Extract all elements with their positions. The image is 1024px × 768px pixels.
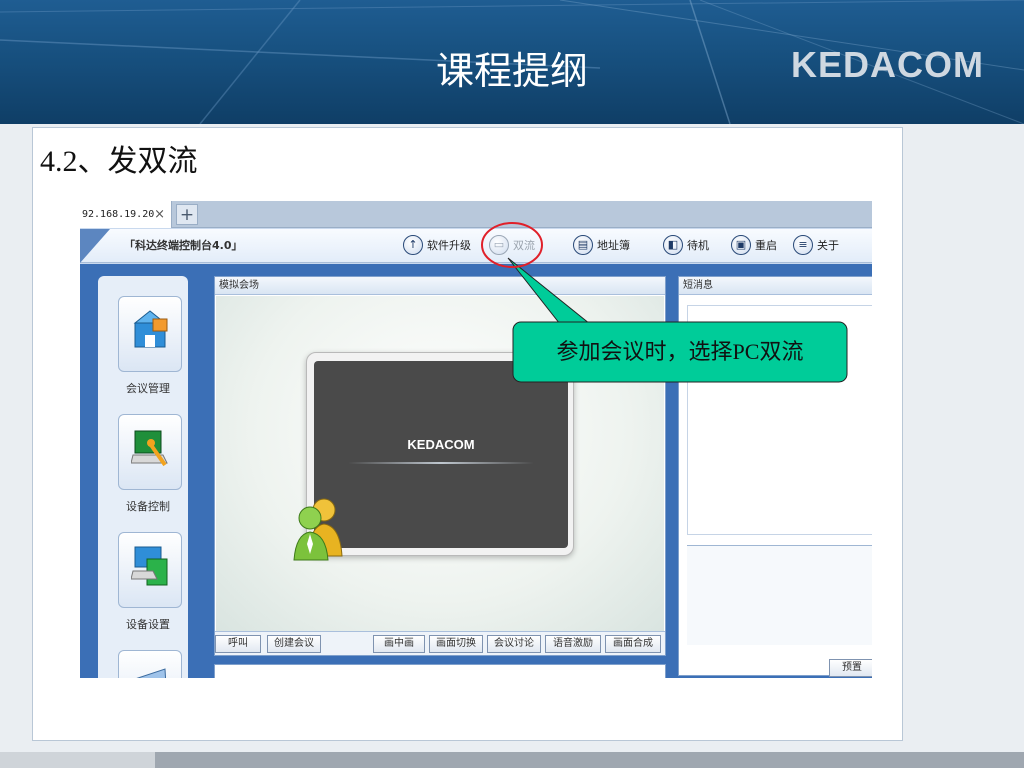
restart-button[interactable]: ▣ 重启: [731, 235, 777, 257]
picture-in-picture-button[interactable]: 画中画: [373, 635, 425, 653]
app-toolbar: 「科达终端控制台4.0」 ↑ 软件升级 ▭ 双流 ▤ 地址簿 ◧ 待机 ▣ 重启…: [80, 229, 872, 263]
close-icon[interactable]: ×: [154, 201, 165, 228]
folder-icon: [136, 668, 167, 678]
about-button[interactable]: ≡ 关于: [793, 235, 839, 257]
software-upgrade-label: 软件升级: [427, 239, 471, 252]
browser-tab-bar: 92.168.19.20 × +: [80, 201, 872, 228]
app-title: 「科达终端控制台4.0」: [124, 239, 243, 252]
nav-tile[interactable]: [118, 414, 182, 490]
browser-tab[interactable]: 92.168.19.20 ×: [80, 201, 172, 228]
nav-item-meeting-management[interactable]: 会议管理: [98, 276, 188, 395]
meeting-management-icon: [133, 310, 168, 348]
about-icon: ≡: [793, 235, 813, 255]
preset-button[interactable]: 预置: [829, 659, 872, 677]
kedacom-logo: KEDACOM: [791, 44, 984, 85]
create-meeting-button[interactable]: 创建会议: [267, 635, 321, 653]
nav-item-more[interactable]: [98, 630, 188, 678]
address-book-button[interactable]: ▤ 地址簿: [573, 235, 630, 257]
nav-tile[interactable]: [118, 532, 182, 608]
call-button[interactable]: 呼叫: [215, 635, 261, 653]
meeting-discussion-button[interactable]: 会议讨论: [487, 635, 541, 653]
slide-footer-bar: [0, 752, 1024, 768]
voice-activation-button[interactable]: 语音激励: [545, 635, 601, 653]
tab-label: 92.168.19.20: [82, 209, 155, 220]
upload-arrow-icon: ↑: [403, 235, 423, 255]
nav-item-device-settings[interactable]: 设备设置: [98, 512, 188, 631]
message-panel-title: 短消息: [679, 277, 872, 295]
dual-stream-icon: ▭: [489, 235, 509, 255]
callout-text: 参加会议时，选择PC双流: [556, 339, 804, 364]
nav-item-device-control[interactable]: 设备控制: [98, 394, 188, 513]
standby-label: 待机: [687, 239, 709, 252]
picture-composition-button[interactable]: 画面合成: [605, 635, 661, 653]
switch-view-button[interactable]: 画面切换: [429, 635, 483, 653]
slide-header: 课程提纲 KEDACOM: [0, 0, 1024, 124]
lower-panel: [214, 664, 666, 678]
embedded-screenshot: 92.168.19.20 × + 「科达终端控制台4.0」 ↑ 软件升级 ▭ 双…: [80, 201, 872, 678]
footer-segment: [0, 752, 155, 768]
restart-label: 重启: [755, 239, 777, 252]
nav-tile[interactable]: [118, 650, 182, 678]
software-upgrade-button[interactable]: ↑ 软件升级: [403, 235, 471, 257]
monitor-logo: KEDACOM: [407, 437, 475, 452]
about-label: 关于: [817, 239, 839, 252]
address-book-label: 地址簿: [597, 239, 630, 252]
standby-button[interactable]: ◧ 待机: [663, 235, 709, 257]
monitor-divider: [348, 462, 534, 464]
new-tab-button[interactable]: +: [176, 204, 198, 225]
venue-panel-title: 模拟会场: [215, 277, 665, 295]
dual-stream-label: 双流: [513, 239, 535, 252]
device-settings-icon: [131, 546, 168, 586]
participants-icon: [293, 498, 343, 561]
monitor-screen: KEDACOM: [314, 361, 568, 548]
nav-tile[interactable]: [118, 296, 182, 372]
address-book-icon: ▤: [573, 235, 593, 255]
message-compose-area[interactable]: [687, 545, 872, 645]
monitor-display: KEDACOM: [306, 352, 574, 556]
device-control-icon: [131, 430, 168, 467]
dual-stream-button[interactable]: ▭ 双流: [489, 235, 535, 257]
section-heading: 4.2、发双流: [40, 145, 198, 178]
side-nav: 会议管理 设备控制 设备设置: [98, 276, 188, 678]
toolbar-corner-decor: [80, 229, 110, 263]
standby-icon: ◧: [663, 235, 683, 255]
conference-control-bar: 呼叫 创建会议 画中画 画面切换 会议讨论 语音激励 画面合成: [215, 631, 665, 655]
restart-icon: ▣: [731, 235, 751, 255]
